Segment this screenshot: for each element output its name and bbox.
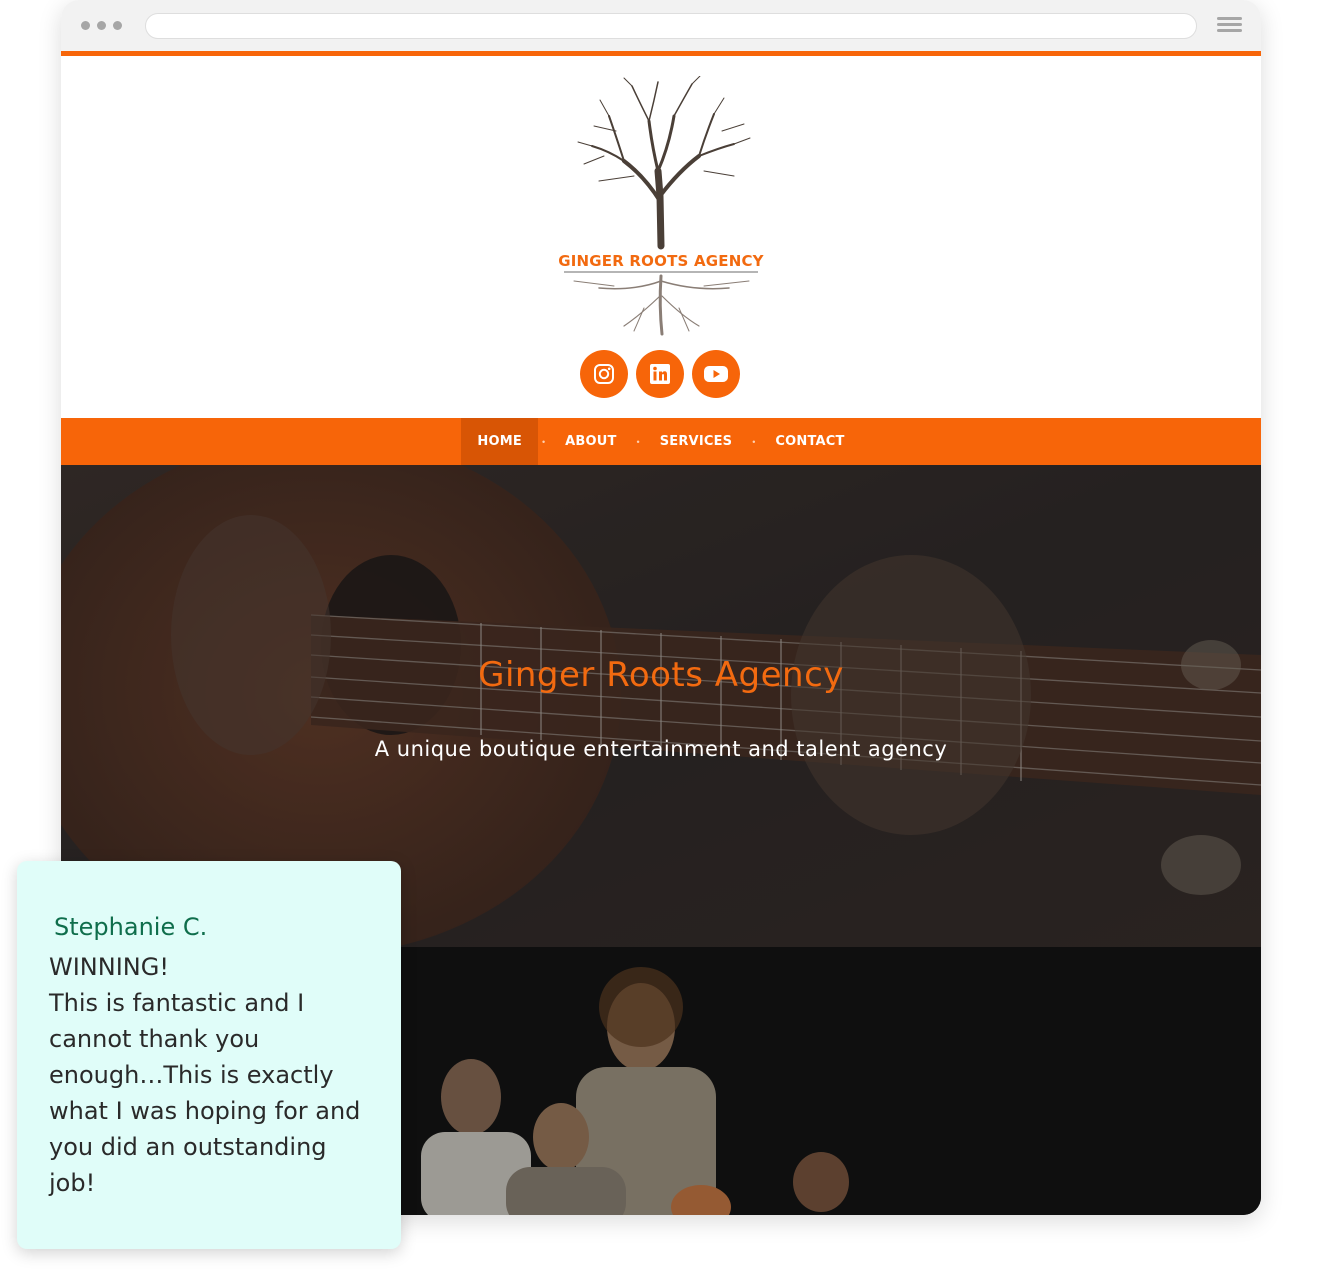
linkedin-button[interactable] — [636, 350, 684, 398]
youtube-button[interactable] — [692, 350, 740, 398]
nav-item-home[interactable]: HOME — [461, 418, 538, 465]
main-nav: HOME • ABOUT • SERVICES • CONTACT — [61, 418, 1261, 465]
social-links — [580, 350, 740, 398]
testimonial-line: enough…This is exactly — [49, 1061, 334, 1089]
site-header: GINGER ROOTS AGENCY — [61, 56, 1261, 418]
logo-text: GINGER ROOTS AGENCY — [558, 252, 764, 270]
nav-separator: • — [752, 436, 756, 447]
hero-title: Ginger Roots Agency — [478, 655, 844, 695]
address-bar[interactable] — [145, 13, 1197, 39]
testimonial-text: WINNING! This is fantastic and I cannot … — [49, 949, 379, 1201]
nav-item-services[interactable]: SERVICES — [644, 418, 749, 465]
testimonial-line: This is fantastic and I — [49, 989, 305, 1017]
testimonial-line: you did an outstanding — [49, 1133, 327, 1161]
nav-separator: • — [636, 436, 640, 447]
window-dots — [81, 21, 122, 30]
window-dot — [113, 21, 122, 30]
instagram-icon — [594, 364, 614, 384]
window-dot — [97, 21, 106, 30]
window-dot — [81, 21, 90, 30]
testimonial-line: what I was hoping for and — [49, 1097, 361, 1125]
youtube-icon — [704, 366, 728, 382]
testimonial-author: Stephanie C. — [54, 913, 208, 941]
hero-subtitle: A unique boutique entertainment and tale… — [374, 737, 948, 761]
site-logo[interactable]: GINGER ROOTS AGENCY — [554, 75, 768, 338]
linkedin-icon — [650, 364, 670, 384]
browser-chrome — [61, 0, 1261, 51]
testimonial-line: job! — [49, 1169, 96, 1197]
testimonial-line: cannot thank you — [49, 1025, 260, 1053]
nav-item-contact[interactable]: CONTACT — [759, 418, 860, 465]
nav-separator: • — [541, 436, 546, 447]
testimonial-card: Stephanie C. WINNING! This is fantastic … — [17, 861, 401, 1249]
testimonial-line: WINNING! — [49, 953, 169, 981]
tree-icon — [564, 75, 758, 336]
instagram-button[interactable] — [580, 350, 628, 398]
nav-item-about[interactable]: ABOUT — [549, 418, 632, 465]
hamburger-icon[interactable] — [1217, 17, 1242, 33]
